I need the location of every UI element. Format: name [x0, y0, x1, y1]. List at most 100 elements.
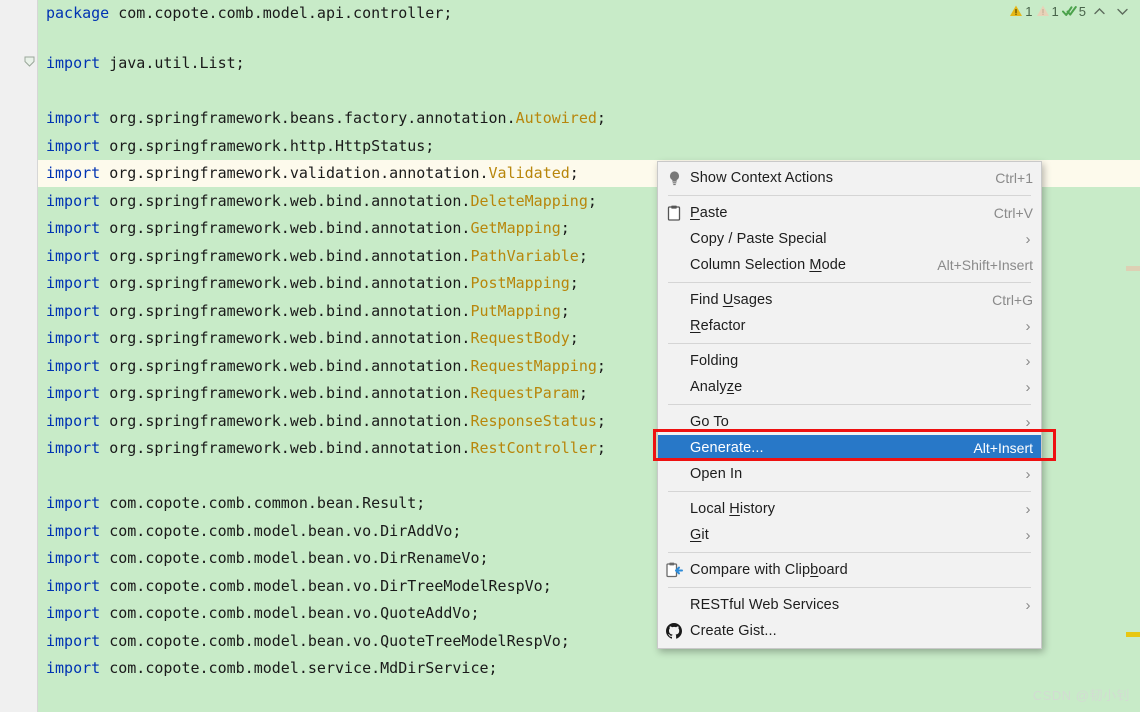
warning-triangle-muted-icon: [1036, 4, 1050, 18]
menu-item-icon-slot: [658, 497, 690, 521]
menu-item-folding[interactable]: Folding ›: [658, 348, 1041, 374]
inspection-widget[interactable]: 1 1 5: [1009, 2, 1132, 20]
code-line: import org.springframework.validation.an…: [46, 164, 579, 182]
scrollbar-stripe-marker[interactable]: [1126, 632, 1140, 637]
menu-item-icon-slot: [658, 523, 690, 547]
menu-item-shortcut: Ctrl+V: [993, 205, 1033, 221]
menu-item-label: Show Context Actions: [690, 170, 834, 186]
menu-item-paste[interactable]: Paste Ctrl+V: [658, 200, 1041, 226]
menu-item-find-usages[interactable]: Find Usages Ctrl+G: [658, 287, 1041, 313]
menu-item-label: Open In: [690, 466, 743, 482]
submenu-chevron-icon: ›: [1025, 465, 1031, 483]
inspection-warning-triangle-muted[interactable]: 1: [1036, 4, 1059, 19]
submenu-chevron-icon: ›: [1025, 230, 1031, 248]
code-line: import org.springframework.beans.factory…: [46, 109, 606, 127]
menu-separator: [668, 552, 1031, 553]
code-line: import org.springframework.web.bind.anno…: [46, 302, 570, 320]
code-line: import com.copote.comb.model.bean.vo.Quo…: [46, 632, 570, 650]
code-fold-marker-icon[interactable]: [24, 56, 35, 67]
code-line: import org.springframework.web.bind.anno…: [46, 357, 606, 375]
submenu-chevron-icon: ›: [1025, 352, 1031, 370]
menu-item-shortcut: Alt+Shift+Insert: [937, 257, 1033, 273]
code-line: import org.springframework.http.HttpStat…: [46, 137, 435, 155]
menu-item-label: Column Selection Mode: [690, 257, 847, 273]
menu-separator: [668, 404, 1031, 405]
menu-item-go-to[interactable]: Go To ›: [658, 409, 1041, 435]
submenu-chevron-icon: ›: [1025, 526, 1031, 544]
chevron-down-icon[interactable]: [1112, 2, 1132, 20]
menu-item-show-context-actions[interactable]: Show Context Actions Ctrl+1: [658, 165, 1041, 191]
editor-gutter[interactable]: [0, 0, 38, 712]
menu-item-compare-with-clipboard[interactable]: Compare with Clipboard: [658, 557, 1041, 583]
menu-item-refactor[interactable]: Refactor ›: [658, 313, 1041, 339]
code-line: import org.springframework.web.bind.anno…: [46, 329, 579, 347]
menu-item-label: Go To: [690, 414, 729, 430]
menu-separator: [668, 491, 1031, 492]
menu-item-shortcut: Ctrl+G: [992, 292, 1033, 308]
code-line: import com.copote.comb.model.bean.vo.Dir…: [46, 549, 489, 567]
submenu-chevron-icon: ›: [1025, 596, 1031, 614]
menu-item-label: RESTful Web Services: [690, 597, 840, 613]
menu-item-label: Paste: [690, 205, 728, 221]
menu-item-label: Folding: [690, 353, 739, 369]
submenu-chevron-icon: ›: [1025, 317, 1031, 335]
menu-item-column-selection-mode[interactable]: Column Selection Mode Alt+Shift+Insert: [658, 252, 1041, 278]
code-line: import org.springframework.web.bind.anno…: [46, 412, 606, 430]
menu-separator: [668, 343, 1031, 344]
code-line: import org.springframework.web.bind.anno…: [46, 274, 579, 292]
compare-clipboard-icon: [658, 558, 690, 582]
submenu-chevron-icon: ›: [1025, 500, 1031, 518]
clipboard-icon: [658, 201, 690, 225]
menu-item-shortcut: Alt+Insert: [973, 440, 1033, 456]
menu-item-label: Find Usages: [690, 292, 773, 308]
menu-item-icon-slot: [658, 410, 690, 434]
menu-item-icon-slot: [658, 288, 690, 312]
watermark-text: CSDN @韧小钊: [1032, 688, 1130, 703]
menu-item-icon-slot: [658, 462, 690, 486]
menu-item-open-in[interactable]: Open In ›: [658, 461, 1041, 487]
menu-item-icon-slot: [658, 375, 690, 399]
menu-item-label: Generate...: [690, 440, 764, 456]
code-line: import java.util.List;: [46, 54, 245, 72]
menu-item-restful-web-services[interactable]: RESTful Web Services ›: [658, 592, 1041, 618]
menu-separator: [668, 195, 1031, 196]
menu-item-label: Local History: [690, 501, 776, 517]
menu-item-icon-slot: [658, 314, 690, 338]
inspection-count: 1: [1051, 3, 1059, 19]
menu-item-label: Refactor: [690, 318, 746, 334]
menu-item-label: Copy / Paste Special: [690, 231, 827, 247]
code-line: import org.springframework.web.bind.anno…: [46, 219, 570, 237]
menu-item-label: Git: [690, 527, 709, 543]
menu-item-local-history[interactable]: Local History ›: [658, 496, 1041, 522]
code-line: import com.copote.comb.model.bean.vo.Quo…: [46, 604, 480, 622]
menu-item-analyze[interactable]: Analyze ›: [658, 374, 1041, 400]
code-line: import com.copote.comb.model.bean.vo.Dir…: [46, 522, 462, 540]
code-line: import org.springframework.web.bind.anno…: [46, 247, 588, 265]
warning-triangle-icon: [1009, 4, 1023, 18]
inspection-warning-triangle[interactable]: 1: [1009, 3, 1033, 19]
github-icon: [658, 619, 690, 643]
code-line: import com.copote.comb.model.service.MdD…: [46, 659, 498, 677]
menu-item-label: Compare with Clipboard: [690, 562, 848, 578]
menu-item-icon-slot: [658, 349, 690, 373]
menu-item-copy-paste-special[interactable]: Copy / Paste Special ›: [658, 226, 1041, 252]
code-line: import com.copote.comb.model.bean.vo.Dir…: [46, 577, 552, 595]
chevron-up-icon[interactable]: [1089, 2, 1109, 20]
menu-item-label: Analyze: [690, 379, 743, 395]
submenu-chevron-icon: ›: [1025, 413, 1031, 431]
scrollbar-stripe-marker[interactable]: [1126, 266, 1140, 271]
menu-item-generate[interactable]: Generate... Alt+Insert: [653, 429, 1056, 461]
menu-item-icon-slot: [658, 253, 690, 277]
menu-item-git[interactable]: Git ›: [658, 522, 1041, 548]
menu-separator: [668, 587, 1031, 588]
code-line: import org.springframework.web.bind.anno…: [46, 439, 606, 457]
menu-item-icon-slot: [658, 227, 690, 251]
lightbulb-icon: [658, 166, 690, 190]
inspection-double-check[interactable]: 5: [1061, 4, 1086, 19]
editor-context-menu[interactable]: Show Context Actions Ctrl+1 Paste Ctrl+V Cop…: [653, 161, 1056, 649]
menu-item-create-gist[interactable]: Create Gist...: [658, 618, 1041, 644]
inspection-count: 1: [1025, 3, 1033, 19]
code-line: package com.copote.comb.model.api.contro…: [46, 4, 453, 22]
code-line: import com.copote.comb.common.bean.Resul…: [46, 494, 426, 512]
code-line: import org.springframework.web.bind.anno…: [46, 192, 597, 210]
